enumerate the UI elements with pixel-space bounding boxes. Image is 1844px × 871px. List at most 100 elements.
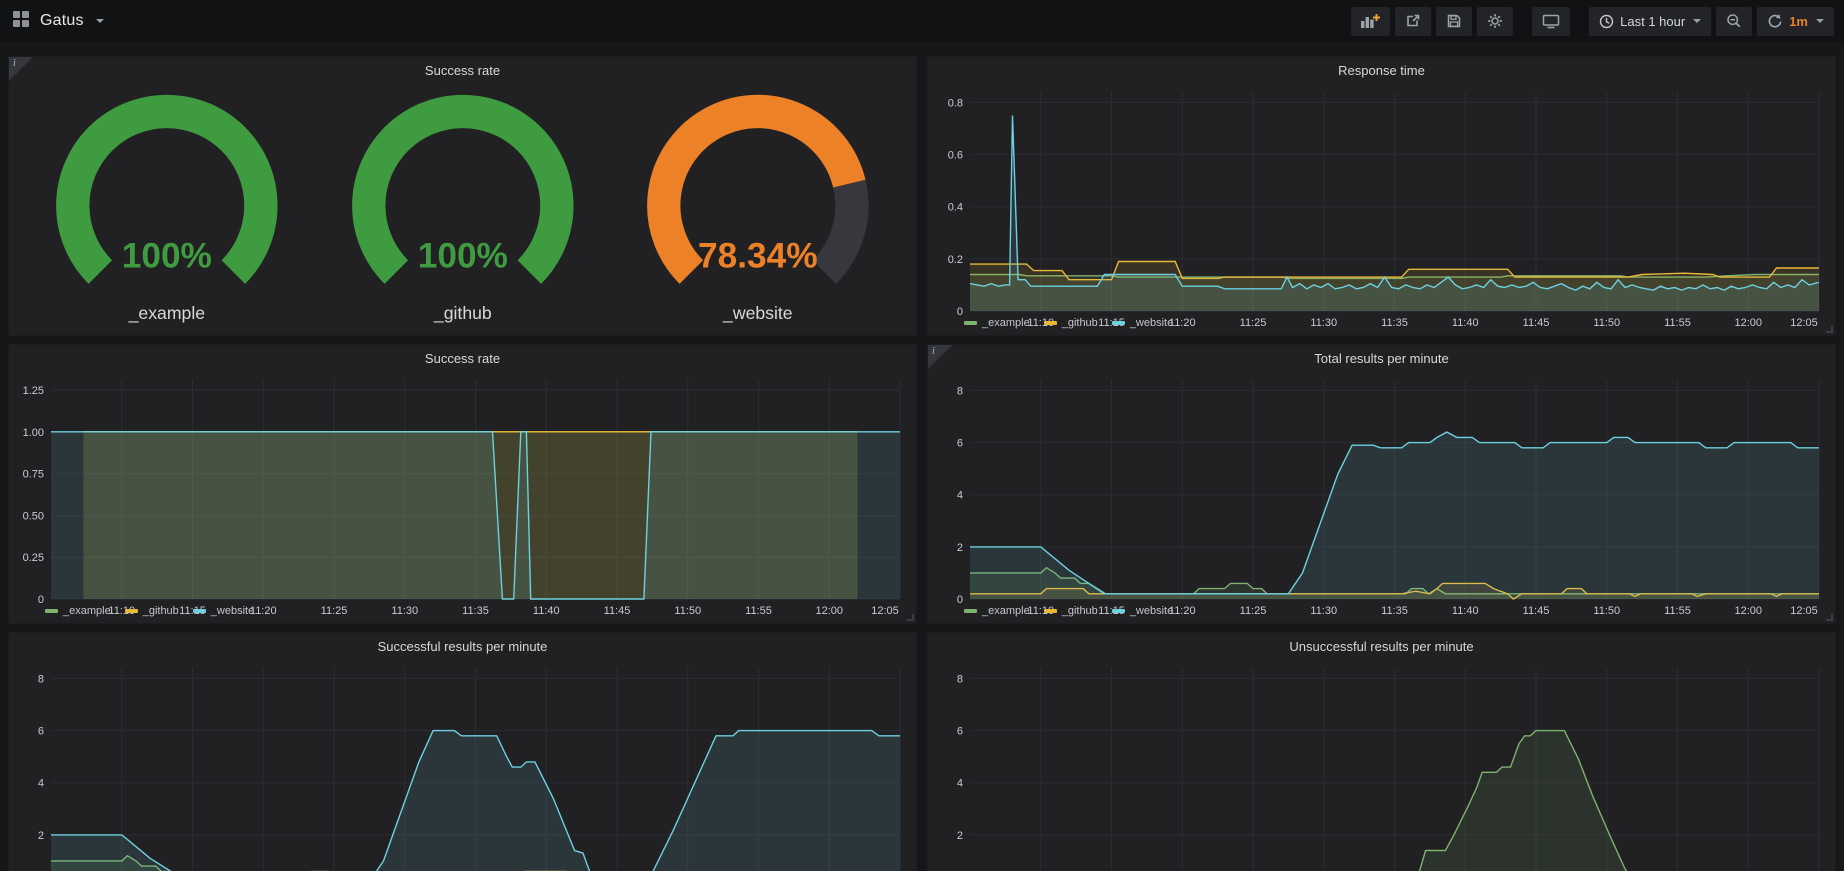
chart-plot-area[interactable]: 00.250.500.751.001.2511:1011:1511:2011:2… [15,372,910,602]
panel-resize-handle[interactable] [1826,326,1833,333]
panel-success-rate-gauges: i Success rate 100%_example 100% _github 78… [8,56,917,336]
share-button[interactable] [1395,7,1431,36]
svg-text:4: 4 [38,778,44,790]
panel-response-time: Response time 00.20.40.60.811:1011:1511:… [927,56,1836,336]
legend-swatch [964,321,977,325]
svg-text:0.25: 0.25 [23,552,44,564]
panel-title[interactable]: Unsuccessful results per minute [928,636,1835,658]
refresh-icon [1767,13,1783,29]
legend-swatch [125,609,138,613]
chart-legend: _example _github _website [934,314,1829,332]
legend-label: _example [63,605,111,617]
legend-item-github[interactable]: _github [1044,605,1098,617]
legend-label: _github [1062,605,1098,617]
svg-text:8: 8 [38,673,44,685]
chart-plot-area[interactable]: 0246811:1011:1511:2011:2511:3011:3511:40… [15,660,910,871]
gauge-value: 78.34% [698,236,818,275]
svg-text:1.25: 1.25 [23,385,44,397]
panel-title[interactable]: Total results per minute [928,348,1835,370]
successful-results-chart[interactable]: 0246811:1011:1511:2011:2511:3011:3511:40… [9,658,916,871]
chart-plot-area[interactable]: 00.20.40.60.811:1011:1511:2011:2511:3011… [934,84,1829,314]
panel-title[interactable]: Successful results per minute [9,636,916,658]
panel-resize-handle[interactable] [1826,614,1833,621]
gauge-label: _example [128,303,206,324]
legend-swatch [1044,609,1057,613]
panel-info-icon[interactable]: i [928,345,952,369]
panel-title[interactable]: Success rate [9,60,916,82]
legend-item-website[interactable]: _website [1112,317,1173,329]
dashboard-title[interactable]: Gatus [40,12,84,30]
svg-text:4: 4 [957,490,963,502]
gauge-example[interactable]: 100%_example [19,86,315,329]
svg-text:2: 2 [38,830,44,842]
panel-title[interactable]: Response time [928,60,1835,82]
gauge-label: _github [433,303,492,324]
legend-item-example[interactable]: _example [964,605,1030,617]
legend-label: _website [211,605,254,617]
gear-icon [1487,13,1503,29]
time-range-label: Last 1 hour [1620,14,1685,29]
monitor-icon [1542,13,1560,29]
legend-item-example[interactable]: _example [964,317,1030,329]
svg-text:1.00: 1.00 [23,427,44,439]
dashboard-grid-icon[interactable] [12,10,30,33]
legend-swatch [1112,609,1125,613]
save-button[interactable] [1436,7,1472,36]
panel-title[interactable]: Success rate [9,348,916,370]
legend-item-website[interactable]: _website [1112,605,1173,617]
time-range-picker[interactable]: Last 1 hour [1589,7,1711,36]
panel-resize-handle[interactable] [907,614,914,621]
svg-text:2: 2 [957,830,963,842]
tv-mode-button[interactable] [1532,7,1570,36]
gauge-website[interactable]: 78.34% _website [610,86,906,329]
refresh-button[interactable]: 1m [1757,7,1834,36]
gauge-value: 100% [417,236,507,275]
legend-label: _example [982,605,1030,617]
legend-swatch [193,609,206,613]
legend-swatch [45,609,58,613]
panel-successful-results: Successful results per minute 0246811:10… [8,632,917,871]
zoom-out-icon [1726,13,1742,29]
svg-text:6: 6 [957,726,963,738]
legend-label: _github [143,605,179,617]
svg-text:8: 8 [957,385,963,397]
chart-legend: _example _github _website [934,602,1829,620]
success-rate-chart[interactable]: 00.250.500.751.001.2511:1011:1511:2011:2… [9,370,916,623]
add-panel-button[interactable] [1351,7,1390,36]
unsuccessful-results-chart[interactable]: 0246811:1011:1511:2011:2511:3011:3511:40… [928,658,1835,871]
gauge-github[interactable]: 100% _github [315,86,611,329]
response-time-chart[interactable]: 00.20.40.60.811:1011:1511:2011:2511:3011… [928,82,1835,335]
svg-text:0.6: 0.6 [948,150,963,162]
total-results-chart[interactable]: 0246811:1011:1511:2011:2511:3011:3511:40… [928,370,1835,623]
chart-legend: _example _github _website [15,602,910,620]
chart-plot-area[interactable]: 0246811:1011:1511:2011:2511:3011:3511:40… [934,660,1829,871]
panel-info-icon[interactable]: i [9,57,33,81]
legend-item-example[interactable]: _example [45,605,111,617]
legend-item-website[interactable]: _website [193,605,254,617]
legend-item-github[interactable]: _github [1044,317,1098,329]
gauge-group: 100%_example 100% _github 78.34% _website [9,82,916,335]
legend-swatch [1112,321,1125,325]
zoom-out-button[interactable] [1716,7,1752,36]
panel-success-rate-graph: Success rate 00.250.500.751.001.2511:101… [8,344,917,624]
share-icon [1405,13,1421,29]
legend-label: _github [1062,317,1098,329]
svg-text:2: 2 [957,542,963,554]
panel-unsuccessful-results: Unsuccessful results per minute 0246811:… [927,632,1836,871]
legend-label: _example [982,317,1030,329]
svg-text:4: 4 [957,778,963,790]
clock-icon [1599,14,1614,29]
refresh-interval-label: 1m [1789,14,1808,29]
legend-swatch [1044,321,1057,325]
settings-button[interactable] [1477,7,1513,36]
svg-text:0.2: 0.2 [948,254,963,266]
refresh-caret-icon [1816,19,1824,23]
svg-text:0.75: 0.75 [23,469,44,481]
dashboard-caret-icon[interactable] [96,19,104,23]
add-panel-icon [1361,13,1380,29]
legend-item-github[interactable]: _github [125,605,179,617]
chart-plot-area[interactable]: 0246811:1011:1511:2011:2511:3011:3511:40… [934,372,1829,602]
gauge-label: _website [722,303,793,324]
svg-text:0.8: 0.8 [948,97,963,109]
svg-text:6: 6 [38,726,44,738]
